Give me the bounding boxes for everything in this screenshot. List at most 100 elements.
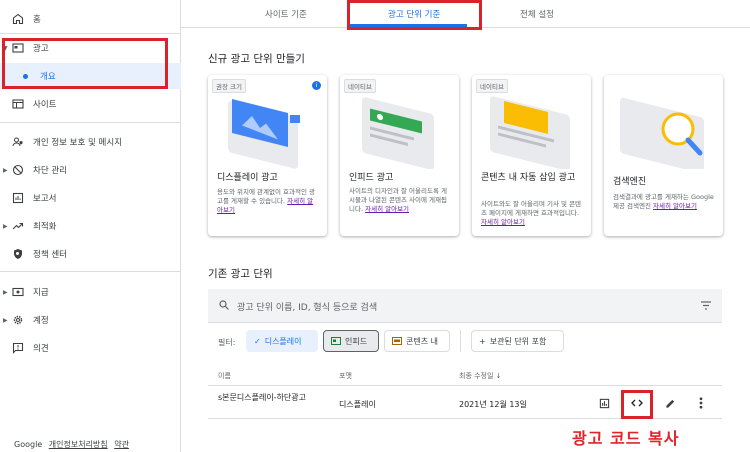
cell-format: 디스플레이 xyxy=(339,400,376,409)
footer-brand: Google xyxy=(14,440,43,449)
card-title: 검색엔진 xyxy=(613,177,647,187)
learn-more-link[interactable]: 자세히 알아보기 xyxy=(653,202,697,210)
sidebar-item-label: 홈 xyxy=(33,15,41,25)
check-icon: ✓ xyxy=(254,336,261,346)
plus-icon: + xyxy=(479,336,486,346)
sidebar-item-label: 보고서 xyxy=(33,194,57,204)
get-code-icon[interactable] xyxy=(630,396,644,410)
filter-chip-infeed[interactable]: 인피드 xyxy=(323,330,379,352)
terms-link[interactable]: 약관 xyxy=(114,440,129,449)
ads-icon xyxy=(11,41,25,55)
filter-chip-archived[interactable]: + 보관된 단위 포함 xyxy=(471,330,564,352)
filter-list-icon[interactable] xyxy=(700,300,712,314)
annotation-copy-ad-code: 광고 코드 복사 xyxy=(572,429,680,448)
sidebar-item-overview[interactable]: 개요 xyxy=(0,63,181,89)
section-title-existing: 기존 광고 단위 xyxy=(208,268,273,280)
payments-icon xyxy=(11,285,25,299)
tab-bar: 사이트 기준 광고 단위 기준 전체 설정 xyxy=(181,0,750,28)
card-search-engine[interactable]: 검색엔진 검색결과에 광고를 게재하는 Google 제공 검색엔진 자세히 알… xyxy=(604,75,723,236)
caret-down-icon: ▼ xyxy=(3,44,8,52)
sidebar-item-home[interactable]: 홈 xyxy=(0,6,181,32)
feedback-icon xyxy=(11,341,25,355)
privacy-icon xyxy=(11,135,25,149)
card-description: 용도와 위치에 관계없이 효과적인 광고를 게재할 수 있습니다. 자세히 알아… xyxy=(217,188,315,214)
caret-right-icon: ▶ xyxy=(3,288,8,296)
optimize-icon xyxy=(11,219,25,233)
display-ad-illustration xyxy=(228,98,300,169)
card-title: 디스플레이 광고 xyxy=(217,173,278,183)
section-title-create: 신규 광고 단위 만들기 xyxy=(208,53,305,65)
table-divider xyxy=(208,418,722,419)
search-input[interactable]: 광고 단위 이름, ID, 형식 등으로 검색 xyxy=(237,300,377,313)
card-title: 콘텐츠 내 자동 삽입 광고 xyxy=(481,173,576,183)
sidebar-item-label: 계정 xyxy=(33,316,49,326)
sites-icon xyxy=(11,97,25,111)
divider xyxy=(0,33,181,34)
report-icon[interactable] xyxy=(597,396,611,410)
cell-modified: 2021년 12월 13일 xyxy=(459,400,527,409)
column-header-modified[interactable]: 최종 수정일 ↓ xyxy=(459,371,502,381)
infeed-ad-illustration xyxy=(362,97,434,169)
infeed-icon xyxy=(331,337,341,345)
sidebar-item-policy[interactable]: 정책 센터 xyxy=(0,241,181,267)
card-description: 검색결과에 광고를 게재하는 Google 제공 검색엔진 자세히 알아보기 xyxy=(613,193,714,210)
sidebar-item-reports[interactable]: 보고서 xyxy=(0,185,181,211)
card-description: 사이트와도 잘 어울리며 기사 및 콘텐츠 페이지에 게재하면 효과적입니다. … xyxy=(481,200,582,226)
column-header-format[interactable]: 포맷 xyxy=(339,371,352,381)
sidebar: 홈 ▼ 광고 개요 사이트 개인 정보 보호 및 메시지 ▶ 차단 관리 보고서… xyxy=(0,0,181,452)
card-infeed-ad[interactable]: 네이티브 인피드 광고 사이트의 디자인과 잘 어울리도록 게시물과 나열된 콘… xyxy=(340,75,459,236)
ad-unit-search[interactable]: 광고 단위 이름, ID, 형식 등으로 검색 xyxy=(208,289,722,323)
active-tab-indicator xyxy=(349,24,467,27)
search-icon xyxy=(218,299,230,314)
sidebar-item-label: 정책 센터 xyxy=(33,250,67,260)
filter-chip-display[interactable]: ✓ 디스플레이 xyxy=(246,330,318,352)
card-in-article-ad[interactable]: 네이티브 콘텐츠 내 자동 삽입 광고 사이트와도 잘 어울리며 기사 및 콘텐… xyxy=(472,75,591,236)
sidebar-item-label: 개인 정보 보호 및 메시지 xyxy=(33,138,123,148)
sidebar-item-ads[interactable]: ▼ 광고 xyxy=(0,35,181,61)
sidebar-item-payments[interactable]: ▶ 지급 xyxy=(0,279,181,305)
sidebar-item-block[interactable]: ▶ 차단 관리 xyxy=(0,157,181,183)
caret-right-icon: ▶ xyxy=(3,166,8,174)
learn-more-link[interactable]: 자세히 알아보기 xyxy=(365,205,409,213)
divider xyxy=(460,330,461,352)
sidebar-item-sites[interactable]: 사이트 xyxy=(0,91,181,117)
sidebar-item-label: 사이트 xyxy=(33,100,57,110)
active-dot xyxy=(23,73,28,79)
sidebar-item-account[interactable]: ▶ 계정 xyxy=(0,307,181,333)
sidebar-item-label: 최적화 xyxy=(33,222,57,232)
sidebar-item-privacy[interactable]: 개인 정보 보호 및 메시지 xyxy=(0,129,181,155)
privacy-policy-link[interactable]: 개인정보처리방침 xyxy=(49,440,108,449)
cell-name: s본문디스플레이-하단광고 xyxy=(218,393,307,402)
caret-right-icon: ▶ xyxy=(3,316,8,324)
tab-global-settings[interactable]: 전체 설정 xyxy=(520,8,554,20)
sidebar-item-feedback[interactable]: 의견 xyxy=(0,335,181,361)
in-article-ad-illustration xyxy=(490,96,570,169)
tab-by-ad-unit[interactable]: 광고 단위 기준 xyxy=(388,8,440,20)
card-title: 인피드 광고 xyxy=(349,173,394,183)
sidebar-item-label: 의견 xyxy=(33,344,49,354)
caret-right-icon: ▶ xyxy=(3,222,8,230)
more-vert-icon[interactable] xyxy=(694,396,708,410)
card-display-ad[interactable]: 권장 크기 i 디스플레이 광고 용도와 위치에 관계없이 효과적인 광고를 게… xyxy=(208,75,327,236)
sidebar-item-label: 차단 관리 xyxy=(33,166,67,176)
divider xyxy=(0,271,181,272)
block-icon xyxy=(11,163,25,177)
sort-arrow-down-icon: ↓ xyxy=(495,372,502,380)
filter-chip-in-article[interactable]: 콘텐츠 내 xyxy=(384,330,450,352)
sidebar-item-label: 지급 xyxy=(33,288,49,298)
divider xyxy=(0,122,181,123)
search-engine-illustration xyxy=(620,97,704,169)
account-gear-icon xyxy=(11,313,25,327)
policy-icon xyxy=(11,247,25,261)
edit-pencil-icon[interactable] xyxy=(663,396,677,410)
tab-by-site[interactable]: 사이트 기준 xyxy=(265,8,307,20)
home-icon xyxy=(11,12,25,26)
reports-icon xyxy=(11,191,25,205)
filter-label: 필터: xyxy=(218,338,236,347)
card-description: 사이트의 디자인과 잘 어울리도록 게시물과 나열된 콘텐츠 사이에 게재됩니다… xyxy=(349,187,447,213)
in-article-icon xyxy=(392,337,402,345)
table-divider xyxy=(208,385,722,386)
column-header-name[interactable]: 이름 xyxy=(218,371,231,381)
learn-more-link[interactable]: 자세히 알아보기 xyxy=(481,218,525,226)
sidebar-item-optimize[interactable]: ▶ 최적화 xyxy=(0,213,181,239)
